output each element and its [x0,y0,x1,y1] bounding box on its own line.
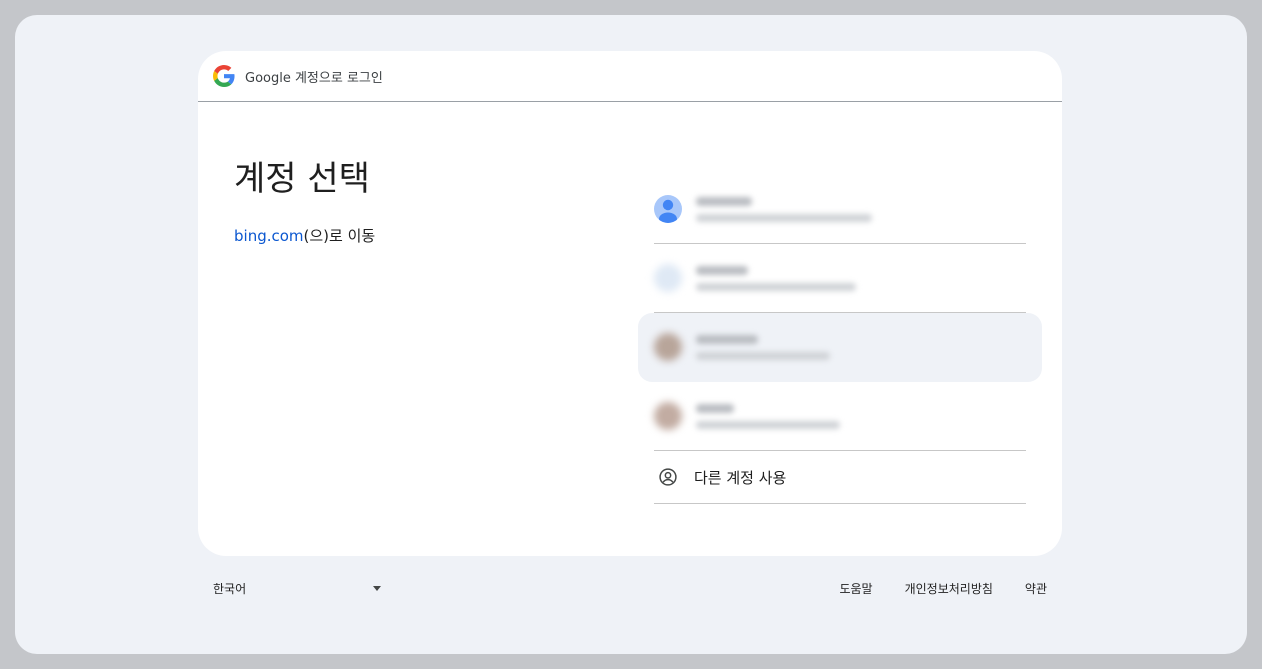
footer-links: 도움말 개인정보처리방침 약관 [839,580,1047,597]
person-icon [659,199,677,223]
blurred-photo-avatar [654,264,682,292]
page-title: 계정 선택 [234,159,370,199]
account-blurred-info [696,334,830,360]
continue-to-line: bing.com(으)로 이동 [234,225,375,246]
account-blurred-info [696,196,872,222]
footer-link-terms[interactable]: 약관 [1025,580,1047,597]
intro-section: 계정 선택 bing.com(으)로 이동 [234,157,375,246]
continue-to-link[interactable]: bing.com [234,227,304,245]
use-another-account-label: 다른 계정 사용 [694,468,787,487]
account-blurred-info [696,265,856,291]
signin-card: Google 계정으로 로그인 계정 선택 bing.com(으)로 이동 다른… [198,51,1062,556]
continue-to-suffix: (으)로 이동 [303,227,376,245]
google-g-icon [213,65,235,87]
account-list: 다른 계정 사용 [638,175,1042,504]
language-label: 한국어 [213,582,247,596]
footer-link-help[interactable]: 도움말 [839,580,872,597]
account-item-4[interactable] [654,382,1026,451]
default-person-avatar [654,195,682,223]
language-selector[interactable]: 한국어 [213,580,381,597]
card-header: Google 계정으로 로그인 [198,51,1062,102]
account-blurred-info [696,403,840,429]
blurred-photo-avatar [654,402,682,430]
caret-down-icon [373,586,381,591]
account-item-2[interactable] [654,244,1026,313]
header-title: Google 계정으로 로그인 [245,70,383,86]
footer-link-privacy[interactable]: 개인정보처리방침 [905,580,993,597]
account-item-3[interactable] [638,313,1042,382]
use-another-account-button[interactable]: 다른 계정 사용 [654,451,1026,504]
blurred-photo-avatar [654,333,682,361]
browser-window: Google 계정으로 로그인 계정 선택 bing.com(으)로 이동 다른… [15,15,1247,654]
account-circle-icon [654,467,682,487]
footer: 한국어 도움말 개인정보처리방침 약관 [198,578,1062,598]
account-item-1[interactable] [654,175,1026,244]
